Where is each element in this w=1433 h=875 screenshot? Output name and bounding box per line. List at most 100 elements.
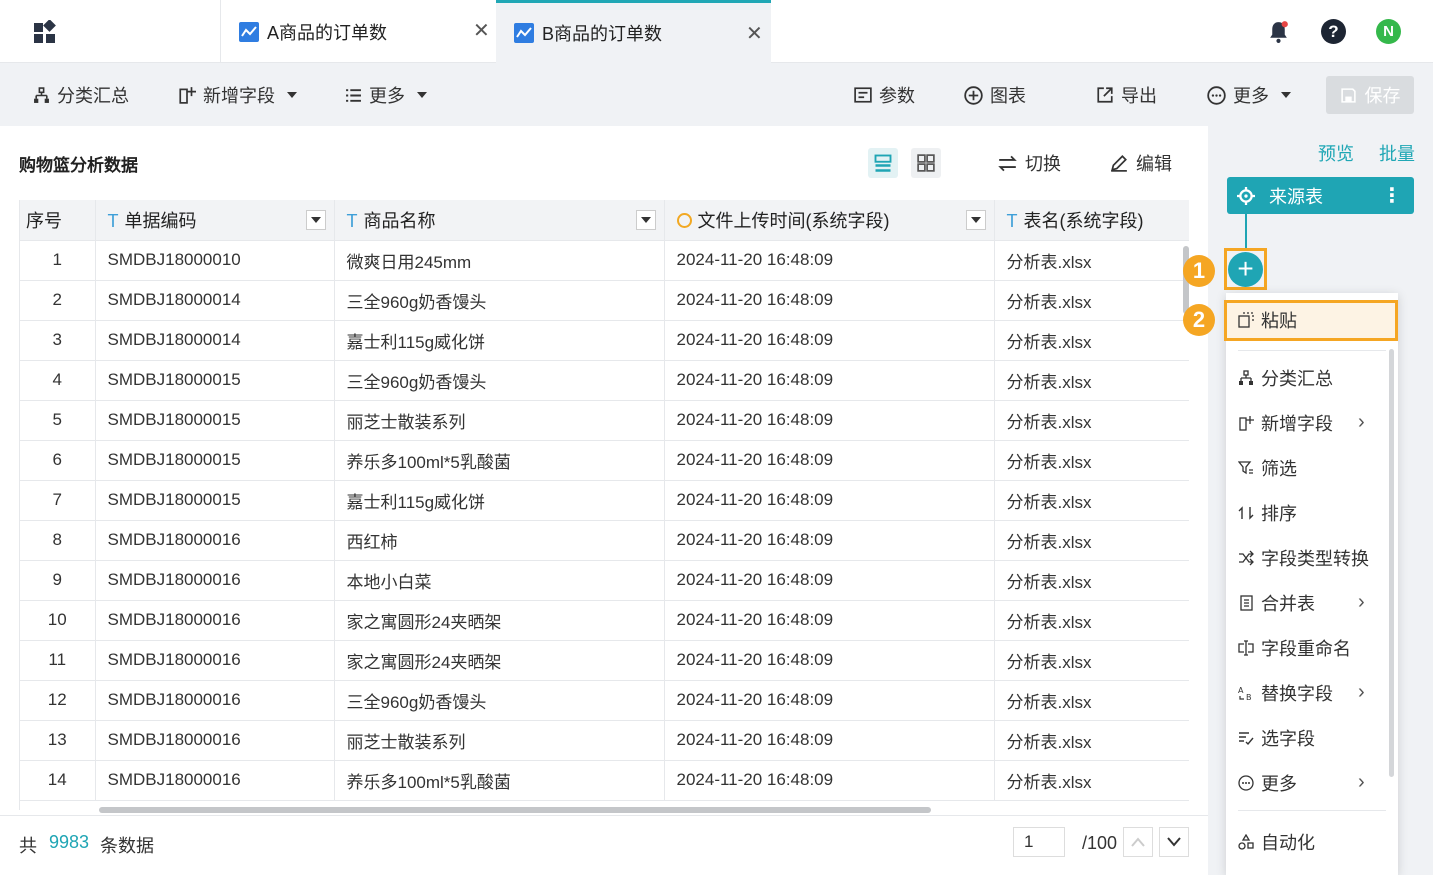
table-cell[interactable]: 分析表.xlsx	[994, 640, 1189, 681]
menu-item-filter[interactable]: 筛选	[1238, 453, 1297, 483]
table-cell[interactable]: 养乐多100ml*5乳酸菌	[334, 440, 665, 481]
menu-item-more[interactable]: 更多	[1238, 768, 1297, 798]
table-cell[interactable]: 12	[20, 680, 96, 721]
table-cell[interactable]: 11	[20, 640, 96, 681]
table-cell[interactable]: 2024-11-20 16:48:09	[664, 760, 995, 801]
column-header[interactable]: T 商品名称	[334, 200, 665, 241]
table-cell[interactable]: 分析表.xlsx	[994, 480, 1189, 521]
table-cell[interactable]: 3	[20, 320, 96, 361]
table-cell[interactable]: SMDBJ18000016	[95, 720, 335, 761]
menu-item-automation[interactable]: 自动化	[1238, 827, 1315, 857]
menu-item-select-fields[interactable]: 选字段	[1238, 723, 1315, 753]
column-dropdown-button[interactable]	[305, 210, 326, 230]
table-cell[interactable]: 家之寓圆形24夹晒架	[334, 640, 665, 681]
table-cell[interactable]: 本地小白菜	[334, 560, 665, 601]
table-row[interactable]: 6 SMDBJ18000015 养乐多100ml*5乳酸菌 2024-11-20 16…	[20, 440, 1189, 481]
table-cell[interactable]: SMDBJ18000015	[95, 360, 335, 401]
app-grid-icon[interactable]	[33, 20, 57, 44]
table-cell[interactable]: 丽芝士散装系列	[334, 400, 665, 441]
table-row[interactable]: 3 SMDBJ18000014 嘉士利115g威化饼 2024-11-20 16:48…	[20, 320, 1189, 361]
table-cell[interactable]: 丽芝士散装系列	[334, 720, 665, 761]
add-field-button[interactable]: 新增字段	[178, 64, 297, 126]
close-icon[interactable]: ✕	[746, 21, 763, 46]
table-cell[interactable]: SMDBJ18000016	[95, 760, 335, 801]
column-header[interactable]: T 表名(系统字段)	[994, 200, 1189, 241]
save-button[interactable]: 保存	[1326, 76, 1414, 114]
table-cell[interactable]: 2024-11-20 16:48:09	[664, 360, 995, 401]
table-cell[interactable]: 2024-11-20 16:48:09	[664, 320, 995, 361]
prev-page-button[interactable]	[1123, 827, 1153, 857]
table-cell[interactable]: 2024-11-20 16:48:09	[664, 560, 995, 601]
table-cell[interactable]: 分析表.xlsx	[994, 680, 1189, 721]
table-row[interactable]: 4 SMDBJ18000015 三全960g奶香馒头 2024-11-20 16:48…	[20, 360, 1189, 401]
menu-item-group-summary[interactable]: 分类汇总	[1238, 363, 1333, 393]
table-cell[interactable]: 分析表.xlsx	[994, 600, 1189, 641]
column-dropdown-button[interactable]	[965, 210, 986, 230]
table-cell[interactable]: 微爽日用245mm	[334, 240, 665, 281]
table-cell[interactable]: 三全960g奶香馒头	[334, 680, 665, 721]
page-number-input[interactable]: 1	[1013, 827, 1065, 857]
table-cell[interactable]: 分析表.xlsx	[994, 520, 1189, 561]
table-row[interactable]: 12 SMDBJ18000016 三全960g奶香馒头 2024-11-20 16:4…	[20, 680, 1189, 721]
kebab-menu-icon[interactable]: ⋮	[1382, 183, 1402, 208]
menu-item-type-convert[interactable]: 字段类型转换	[1238, 543, 1369, 573]
table-cell[interactable]: 三全960g奶香馒头	[334, 280, 665, 321]
table-cell[interactable]: 分析表.xlsx	[994, 360, 1189, 401]
table-cell[interactable]: SMDBJ18000016	[95, 640, 335, 681]
table-cell[interactable]: 7	[20, 480, 96, 521]
table-cell[interactable]: 4	[20, 360, 96, 401]
table-cell[interactable]: 13	[20, 720, 96, 761]
export-button[interactable]: 导出	[1096, 64, 1157, 126]
table-row[interactable]: 10 SMDBJ18000016 家之寓圆形24夹晒架 2024-11-20 16:4…	[20, 600, 1189, 641]
column-dropdown-button[interactable]	[635, 210, 656, 230]
table-row[interactable]: 14 SMDBJ18000016 养乐多100ml*5乳酸菌 2024-11-20 1…	[20, 760, 1189, 801]
bell-icon[interactable]	[1266, 19, 1291, 44]
tab-a-orders[interactable]: A商品的订单数 ✕	[220, 0, 496, 63]
table-cell[interactable]: 三全960g奶香馒头	[334, 360, 665, 401]
table-cell[interactable]: 分析表.xlsx	[994, 320, 1189, 361]
menu-item-add-field[interactable]: 新增字段	[1238, 408, 1333, 438]
table-row[interactable]: 13 SMDBJ18000016 丽芝士散装系列 2024-11-20 16:48:0…	[20, 720, 1189, 761]
table-row[interactable]: 7 SMDBJ18000015 嘉士利115g威化饼 2024-11-20 16:48…	[20, 480, 1189, 521]
tab-b-orders[interactable]: B商品的订单数 ✕	[496, 0, 771, 63]
next-page-button[interactable]	[1159, 827, 1189, 857]
table-cell[interactable]: 家之寓圆形24夹晒架	[334, 600, 665, 641]
table-cell[interactable]: 嘉士利115g威化饼	[334, 320, 665, 361]
horizontal-scrollbar[interactable]	[99, 807, 931, 813]
table-cell[interactable]: 分析表.xlsx	[994, 720, 1189, 761]
group-summary-button[interactable]: 分类汇总	[33, 64, 129, 126]
table-cell[interactable]: 养乐多100ml*5乳酸菌	[334, 760, 665, 801]
table-cell[interactable]: SMDBJ18000016	[95, 560, 335, 601]
batch-link[interactable]: 批量	[1379, 140, 1415, 166]
edit-button[interactable]: 编辑	[1110, 148, 1172, 178]
list-view-button[interactable]	[868, 148, 898, 178]
table-row[interactable]: 5 SMDBJ18000015 丽芝士散装系列 2024-11-20 16:48:09…	[20, 400, 1189, 441]
user-avatar[interactable]: N	[1376, 19, 1401, 44]
table-cell[interactable]: SMDBJ18000016	[95, 600, 335, 641]
table-cell[interactable]: 5	[20, 400, 96, 441]
table-cell[interactable]: 2024-11-20 16:48:09	[664, 280, 995, 321]
table-cell[interactable]: 2	[20, 280, 96, 321]
add-step-button[interactable]: +	[1228, 252, 1263, 287]
table-row[interactable]: 1 SMDBJ18000010 微爽日用245mm 2024-11-20 16:48:…	[20, 240, 1189, 281]
table-cell[interactable]: 2024-11-20 16:48:09	[664, 640, 995, 681]
table-cell[interactable]: SMDBJ18000015	[95, 400, 335, 441]
table-cell[interactable]: 2024-11-20 16:48:09	[664, 240, 995, 281]
source-table-node[interactable]: 来源表 ⋮	[1227, 177, 1414, 214]
table-cell[interactable]: 分析表.xlsx	[994, 560, 1189, 601]
switch-button[interactable]: 切换	[998, 148, 1061, 178]
more-button-left[interactable]: 更多	[345, 64, 427, 126]
table-cell[interactable]: 6	[20, 440, 96, 481]
table-cell[interactable]: SMDBJ18000014	[95, 320, 335, 361]
column-header[interactable]: T 单据编码	[95, 200, 335, 241]
table-cell[interactable]: SMDBJ18000014	[95, 280, 335, 321]
column-header[interactable]: 文件上传时间(系统字段)	[664, 200, 995, 241]
table-cell[interactable]: 14	[20, 760, 96, 801]
table-cell[interactable]: 分析表.xlsx	[994, 240, 1189, 281]
menu-item-sort[interactable]: 排序	[1238, 498, 1297, 528]
table-cell[interactable]: 西红柿	[334, 520, 665, 561]
table-cell[interactable]: 分析表.xlsx	[994, 280, 1189, 321]
chart-button[interactable]: 图表	[964, 64, 1026, 126]
table-cell[interactable]: 分析表.xlsx	[994, 440, 1189, 481]
menu-item-rename[interactable]: 字段重命名	[1238, 633, 1351, 663]
